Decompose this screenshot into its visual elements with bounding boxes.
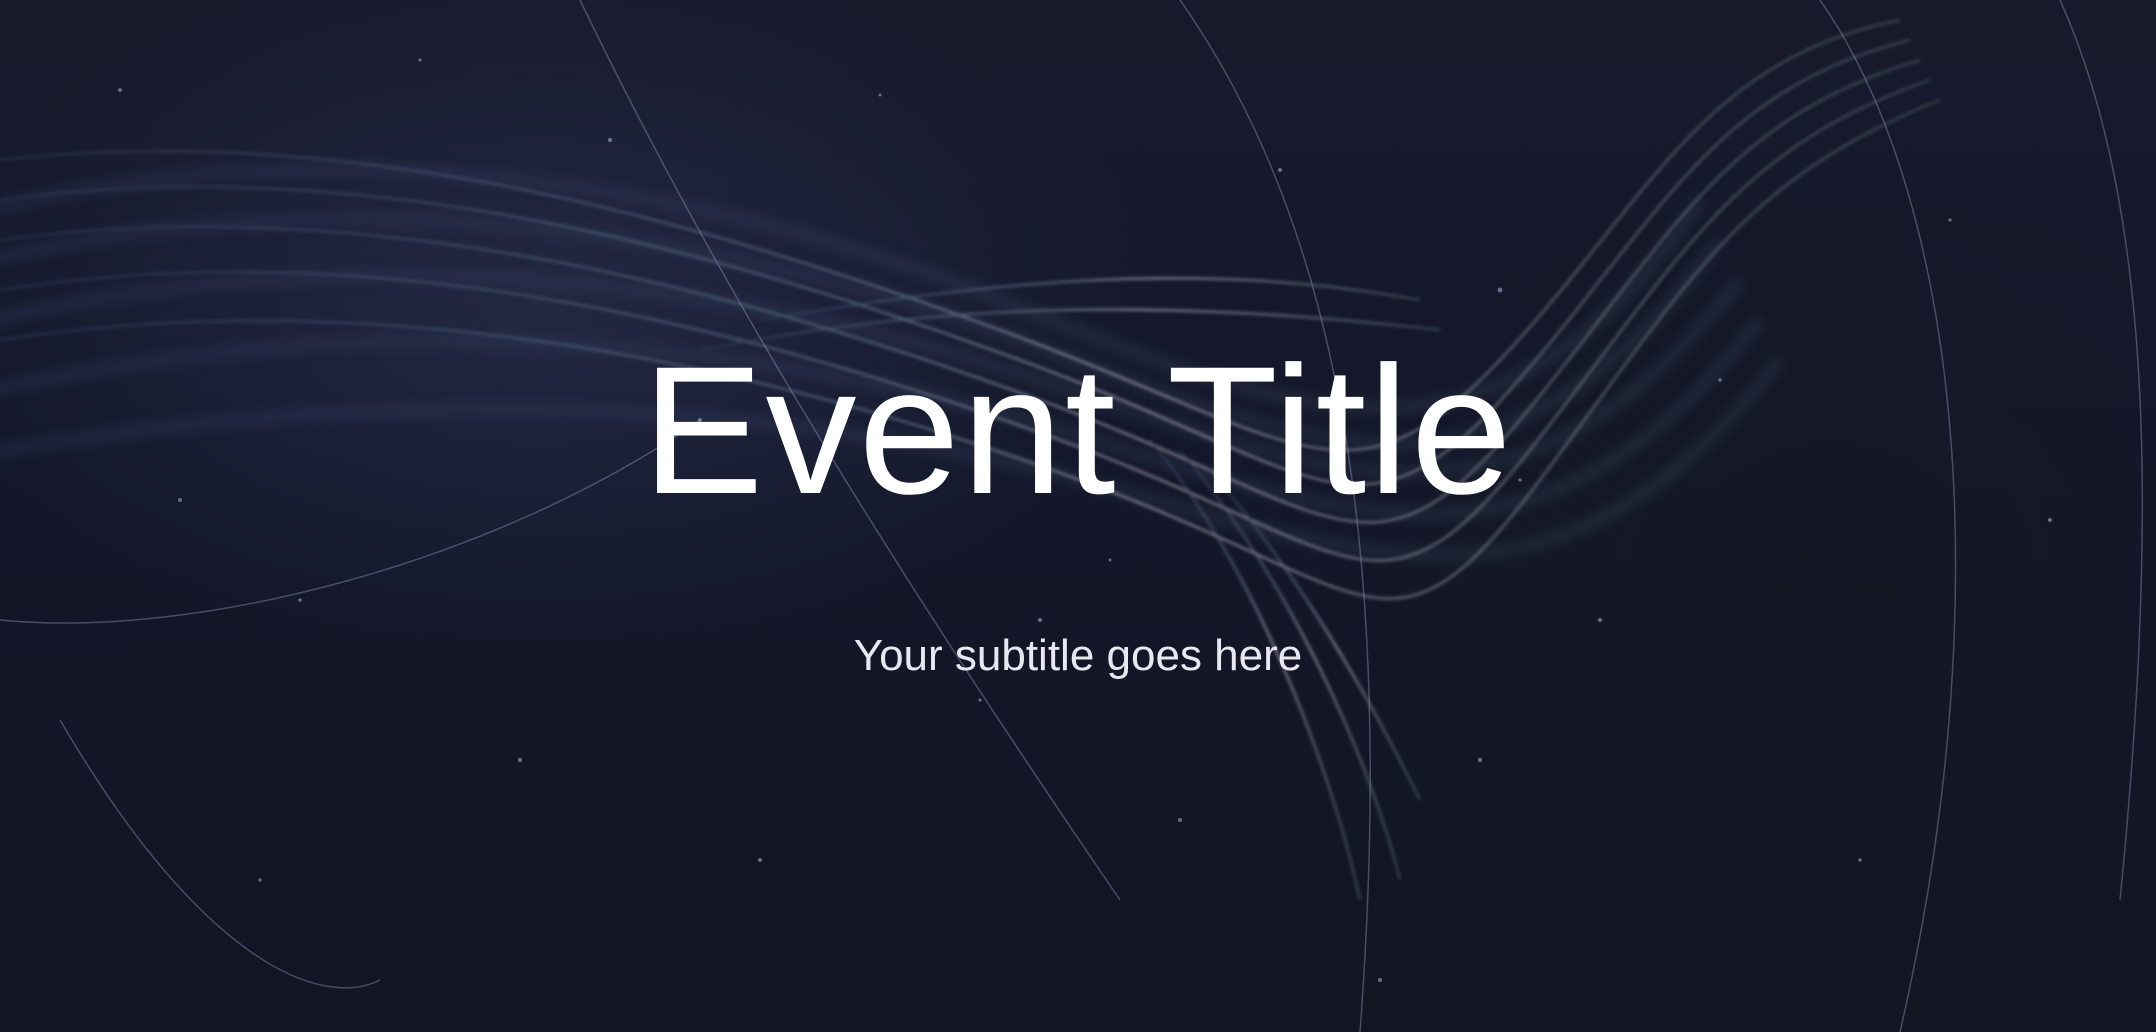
slide-content: Event Title Your subtitle goes here [0,0,2156,1032]
event-title: Event Title [642,328,1514,532]
hero-slide: Event Title Your subtitle goes here [0,0,2156,1032]
event-subtitle: Your subtitle goes here [853,631,1303,680]
